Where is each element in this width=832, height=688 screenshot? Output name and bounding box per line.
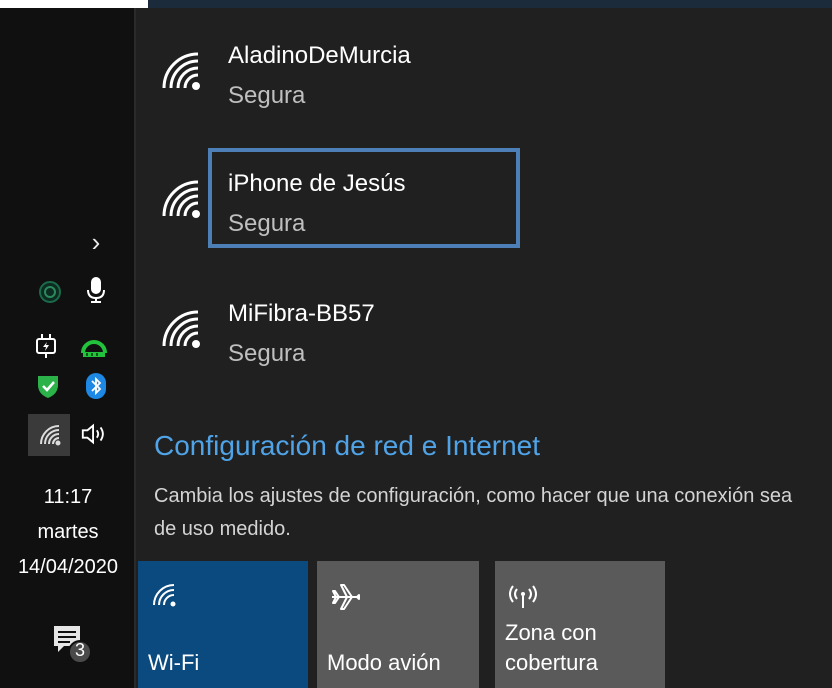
wifi-toggle-tile[interactable]: Wi-Fi — [138, 561, 308, 688]
hotspot-tile-label: Zona con cobertura — [505, 618, 598, 678]
network-highlight-box — [208, 148, 520, 248]
airplane-tile-label: Modo avión — [327, 650, 441, 675]
clock-time[interactable]: 11:17 — [0, 486, 136, 509]
taskbar — [0, 8, 136, 688]
cortana-ring-icon[interactable] — [36, 278, 64, 306]
defender-shield-icon[interactable] — [34, 372, 62, 400]
network-name: MiFibra-BB57 — [228, 300, 375, 327]
network-settings-description: Cambia los ajustes de configuración, com… — [154, 485, 793, 540]
network-status: Segura — [228, 82, 306, 109]
clock-day[interactable]: martes — [0, 521, 136, 544]
network-name: AladinoDeMurcia — [228, 42, 411, 69]
wifi-signal-icon — [158, 306, 204, 352]
wifi-tile-label: Wi-Fi — [148, 650, 200, 675]
bluetooth-icon[interactable] — [82, 372, 110, 400]
microphone-icon[interactable] — [82, 276, 110, 304]
volume-icon[interactable] — [80, 420, 108, 448]
hotspot-label-line2: cobertura — [505, 650, 598, 675]
notification-badge: 3 — [74, 640, 85, 660]
hotspot-icon — [507, 581, 543, 617]
clock-date[interactable]: 14/04/2020 — [0, 556, 136, 579]
airplane-icon — [329, 581, 365, 617]
hotspot-label-line1: Zona con — [505, 620, 597, 645]
network-item-mifibra-bb57[interactable]: MiFibra-BB57 Segura — [136, 278, 832, 388]
wifi-icon[interactable] — [36, 421, 64, 449]
window-top-line — [148, 0, 832, 8]
wifi-icon — [150, 581, 186, 617]
wifi-signal-icon — [158, 176, 204, 222]
airplane-mode-tile[interactable]: Modo avión — [317, 561, 479, 688]
network-settings-link[interactable]: Configuración de red e Internet — [154, 430, 540, 462]
show-hidden-icons-chevron-icon[interactable]: › — [86, 228, 106, 256]
network-item-aladinodemurcia[interactable]: AladinoDeMurcia Segura — [136, 20, 832, 130]
action-center-icon[interactable]: 3 — [50, 622, 94, 666]
window-top-strip — [0, 0, 832, 12]
router-icon[interactable] — [80, 334, 108, 362]
mobile-hotspot-tile[interactable]: Zona con cobertura — [495, 561, 665, 688]
power-plug-icon[interactable] — [32, 332, 60, 360]
wifi-signal-icon — [158, 48, 204, 94]
network-status: Segura — [228, 340, 306, 367]
